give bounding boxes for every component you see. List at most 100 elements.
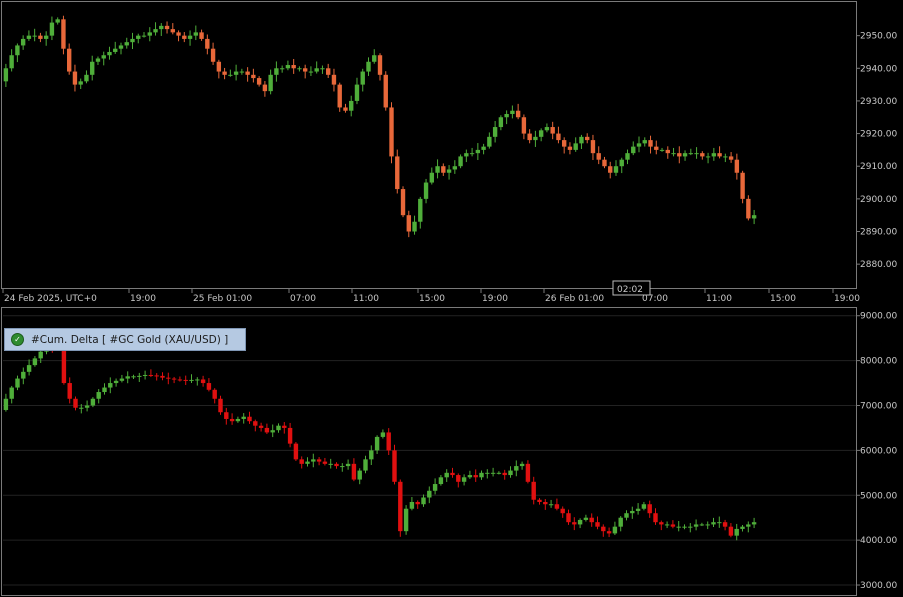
candle-body [728, 526, 734, 536]
candle-body [73, 398, 78, 408]
candle-body [421, 497, 426, 505]
candle-body [200, 379, 206, 384]
candle-body [61, 19, 66, 49]
candle-body [326, 68, 331, 75]
candle-body [124, 42, 129, 46]
candle-body [206, 383, 212, 390]
candle-body [79, 407, 84, 409]
candle-body [521, 117, 527, 134]
candle-body [479, 472, 484, 478]
candle-body [412, 221, 417, 232]
candle-body [176, 32, 181, 36]
candle-body [366, 61, 371, 72]
candle-body [159, 25, 164, 30]
candle-body [389, 107, 394, 157]
y-tick-label: 2890.00 [860, 228, 897, 238]
candle-body [26, 35, 32, 39]
candle-body [596, 153, 601, 160]
candle-body [728, 156, 734, 160]
candle-body [316, 459, 322, 462]
candle-body [595, 522, 600, 527]
candle-body [481, 146, 486, 150]
candle-body [101, 55, 106, 59]
candle-body [705, 524, 710, 526]
x-tick-label: 07:00 [290, 294, 316, 304]
candle-body [602, 159, 607, 167]
candle-body [210, 48, 216, 62]
candle-body [485, 472, 490, 474]
candle-body [418, 198, 423, 222]
candle-body [601, 526, 606, 532]
candle-body [279, 68, 285, 70]
candle-body [514, 466, 519, 471]
candle-body [311, 459, 316, 462]
y-tick-label: 4000.00 [860, 536, 897, 546]
candle-body [331, 74, 337, 85]
candle-body [550, 127, 555, 134]
candle-body [182, 35, 187, 39]
candle-body [635, 508, 641, 511]
candle-body [403, 508, 409, 532]
candle-body [131, 376, 136, 378]
candle-body [664, 524, 670, 526]
check-circle-icon: ✓ [11, 333, 24, 346]
candle-body [160, 375, 165, 378]
candle-body [409, 501, 415, 509]
candle-body [247, 416, 252, 422]
candle-body [456, 475, 461, 482]
candle-body [95, 58, 101, 62]
candle-body [688, 526, 693, 528]
candle-body [119, 378, 125, 381]
candle-body [423, 182, 429, 199]
candle-body [572, 522, 577, 525]
candle-body [308, 71, 314, 73]
candle-body [334, 463, 339, 467]
candle-body [26, 365, 32, 372]
candle-body [287, 427, 293, 444]
x-tick-label: 11:00 [706, 294, 732, 304]
candle-body [458, 156, 463, 167]
candle-body [349, 100, 354, 111]
candle-body [492, 127, 498, 137]
candle-body [502, 472, 507, 476]
candle-body [233, 71, 239, 75]
y-tick-label: 2950.00 [860, 32, 897, 42]
candle-body [125, 376, 130, 379]
candle-body [618, 517, 623, 527]
candle-body [556, 133, 561, 141]
candle-body [218, 398, 223, 413]
candle-body [659, 149, 665, 151]
candle-body [3, 68, 9, 82]
candle-body [351, 463, 357, 480]
candle-body [670, 524, 676, 527]
candle-body [164, 25, 170, 30]
candle-body [561, 140, 567, 147]
candle-body [343, 107, 348, 111]
candle-body [435, 166, 440, 173]
candle-body [723, 156, 728, 158]
candle-body [699, 524, 705, 526]
y-tick-label: 8000.00 [860, 357, 897, 367]
candle-body [531, 481, 536, 500]
y-tick-label: 3000.00 [860, 581, 897, 591]
y-tick-label: 2920.00 [860, 130, 897, 140]
candle-body [676, 526, 681, 528]
candle-body [72, 71, 78, 85]
candle-body [659, 522, 664, 525]
candle-body [398, 481, 403, 532]
candle-body [84, 74, 89, 82]
candle-body [147, 32, 152, 36]
candle-body [473, 475, 478, 478]
candle-body [113, 48, 118, 52]
candle-body [688, 153, 693, 155]
candle-body [519, 463, 525, 467]
y-tick-label: 2940.00 [860, 64, 897, 74]
candle-body [525, 463, 531, 482]
x-tick-label: 15:00 [770, 294, 796, 304]
chart-area[interactable]: 2880.00 2890.00 2900.00 2910.00 2920.00 2930.… [0, 0, 903, 597]
candle-body [177, 379, 183, 381]
indicator-legend[interactable]: ✓ #Cum. Delta [ #GC Gold (XAU/USD) ] [4, 328, 246, 351]
candle-body [717, 522, 722, 524]
x-tick-label: 26 Feb 01:00 [545, 294, 604, 304]
candle-body [374, 436, 380, 451]
